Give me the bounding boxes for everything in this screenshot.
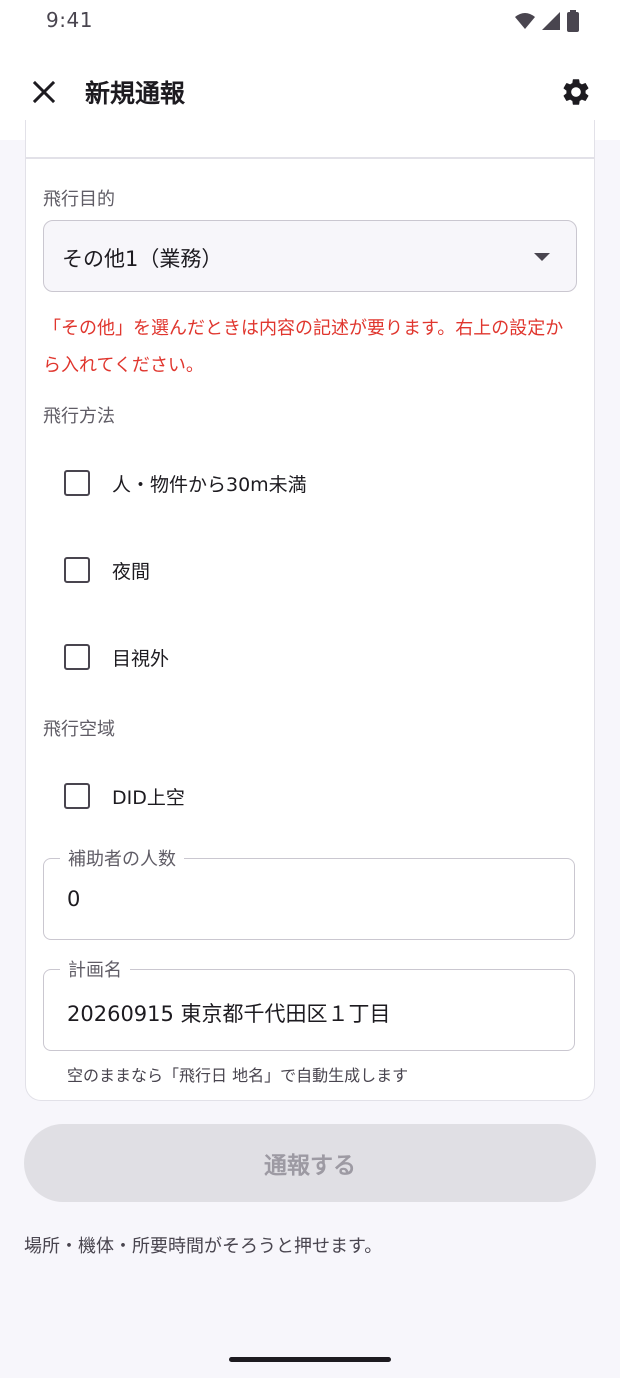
- purpose-label: 飛行目的: [43, 189, 115, 210]
- checkbox-row-beyond-sight[interactable]: 目視外: [64, 640, 169, 674]
- checkbox-label: 夜間: [112, 560, 151, 583]
- checkbox[interactable]: [64, 644, 90, 670]
- checkbox-row-near-people[interactable]: 人・物件から30m未満: [64, 466, 307, 500]
- dropdown-arrow-icon: [534, 253, 550, 261]
- close-icon: [32, 80, 56, 104]
- assistants-field-label: 補助者の人数: [60, 845, 184, 871]
- assistants-field-value: 0: [67, 887, 81, 911]
- home-indicator[interactable]: [229, 1357, 391, 1362]
- airspace-label: 飛行空域: [43, 719, 115, 740]
- purpose-select-value: その他1（業務）: [62, 247, 223, 271]
- checkbox-label: DID上空: [112, 786, 185, 809]
- checkbox-row-night[interactable]: 夜間: [64, 553, 150, 587]
- page-title: 新規通報: [85, 79, 186, 108]
- status-icons: [514, 10, 580, 32]
- error-message: 「その他」を選んだときは内容の記述が要ります。右上の設定から入れてください。: [43, 318, 564, 376]
- close-button[interactable]: [22, 70, 66, 114]
- checkbox[interactable]: [64, 470, 90, 496]
- checkbox-row-did[interactable]: DID上空: [64, 779, 185, 813]
- submit-hint: 場所・機体・所要時間がそろうと押せます。: [24, 1236, 383, 1257]
- status-bar: 9:41: [0, 0, 620, 44]
- checkbox-label: 人・物件から30m未満: [112, 473, 307, 496]
- submit-button[interactable]: 通報する: [24, 1124, 596, 1202]
- settings-button[interactable]: [554, 70, 598, 114]
- checkbox[interactable]: [64, 557, 90, 583]
- plan-name-field[interactable]: 計画名 20260915 東京都千代田区１丁目: [43, 956, 575, 1051]
- gear-icon: [563, 79, 589, 105]
- plan-name-field-value: 20260915 東京都千代田区１丁目: [67, 1002, 391, 1026]
- battery-icon: [567, 10, 579, 32]
- plan-name-field-label: 計画名: [60, 956, 130, 982]
- status-time: 9:41: [46, 8, 93, 32]
- checkbox-label: 目視外: [112, 647, 170, 670]
- purpose-select[interactable]: その他1（業務）: [43, 220, 577, 292]
- form-card: 飛行目的 その他1（業務） 「その他」を選んだときは内容の記述が要ります。右上の…: [25, 120, 595, 1101]
- divider: [26, 157, 594, 159]
- assistants-field[interactable]: 補助者の人数 0: [43, 845, 575, 940]
- wifi-icon: [515, 13, 535, 29]
- signal-icon: [542, 12, 560, 30]
- plan-name-helper: 空のままなら「飛行日 地名」で自動生成します: [67, 1066, 409, 1085]
- method-label: 飛行方法: [43, 406, 115, 427]
- checkbox[interactable]: [64, 783, 90, 809]
